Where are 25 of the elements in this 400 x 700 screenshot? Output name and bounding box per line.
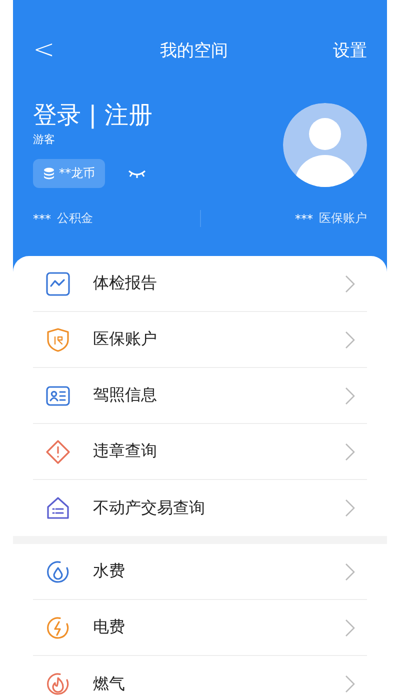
menu-item[interactable]: 电费	[33, 600, 367, 656]
menu-item[interactable]: 水费	[33, 544, 367, 600]
page-title: 我的空间	[160, 40, 228, 62]
menu-item[interactable]: 医保账户	[33, 312, 367, 368]
menu-item[interactable]: 燃气	[33, 656, 367, 700]
menu-item[interactable]: 驾照信息	[33, 368, 367, 424]
back-button[interactable]: <	[33, 35, 55, 65]
chevron-icon	[345, 330, 355, 348]
closed-eye-icon[interactable]	[127, 168, 147, 178]
chevron-icon	[345, 274, 355, 292]
menu-item[interactable]: 体检报告	[33, 256, 367, 312]
login-register-link[interactable]: 登录 | 注册	[33, 100, 152, 130]
user-role: 游客	[33, 132, 55, 147]
chevron-icon	[345, 675, 355, 693]
menu-item[interactable]: 违章查询	[33, 424, 367, 480]
coins-icon	[43, 166, 55, 180]
chevron-icon	[345, 618, 355, 636]
menu-item[interactable]: 不动产交易查询	[33, 480, 367, 536]
settings-link[interactable]: 设置	[332, 38, 367, 62]
balance-value: ***	[295, 212, 313, 226]
chevron-icon	[345, 562, 355, 580]
chevron-icon	[345, 442, 355, 460]
balance-value: ***	[33, 212, 51, 226]
chevron-icon	[345, 386, 355, 404]
chevron-icon	[345, 499, 355, 517]
